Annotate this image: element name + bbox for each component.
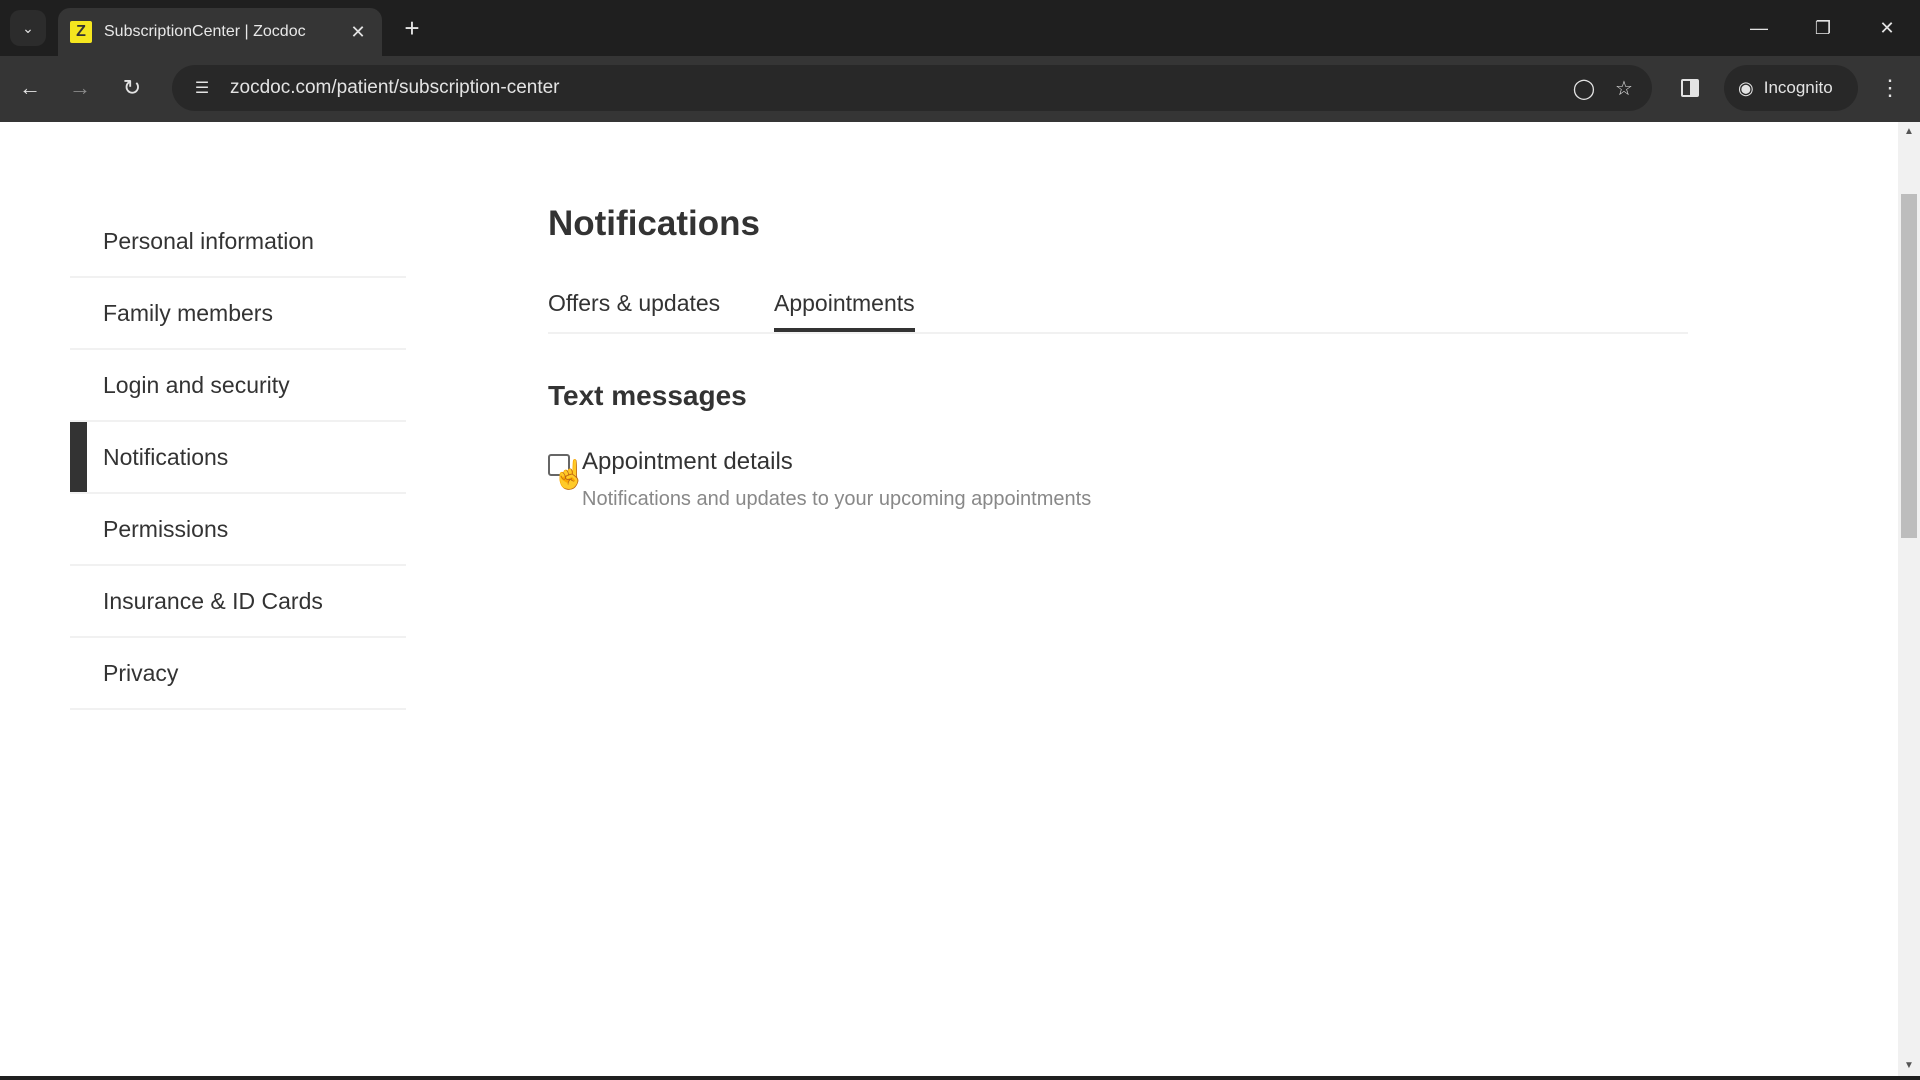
- appointment-details-checkbox[interactable]: [548, 454, 570, 476]
- scroll-up-arrow-icon[interactable]: ▲: [1898, 122, 1920, 142]
- page-scrollbar[interactable]: ▲ ▼: [1898, 122, 1920, 1076]
- notification-tabs: Offers & updates Appointments: [548, 290, 1688, 334]
- side-panel-icon: [1681, 79, 1699, 97]
- chevron-down-icon: ⌄: [22, 19, 34, 36]
- minimize-button[interactable]: —: [1736, 8, 1782, 48]
- sidebar-item-label: Personal information: [103, 227, 314, 254]
- bottom-edge: [0, 1076, 1920, 1080]
- incognito-icon: ◉: [1738, 77, 1754, 98]
- option-label[interactable]: Appointment details: [582, 448, 793, 476]
- more-vert-icon: ⋮: [1879, 75, 1901, 100]
- bookmark-button[interactable]: ☆: [1604, 76, 1644, 101]
- tab-search-button[interactable]: ⌄: [10, 10, 46, 46]
- arrow-right-icon: →: [69, 75, 91, 100]
- side-panel-button[interactable]: [1672, 70, 1708, 106]
- close-tab-button[interactable]: ✕: [346, 22, 370, 43]
- scrollbar-thumb[interactable]: [1901, 194, 1917, 538]
- browser-titlebar: ⌄ Z SubscriptionCenter | Zocdoc ✕ + — ❐ …: [0, 0, 1920, 56]
- arrow-left-icon: ←: [19, 75, 41, 100]
- incognito-indicator[interactable]: ◉ Incognito: [1724, 65, 1858, 111]
- tab-offers-updates[interactable]: Offers & updates: [548, 290, 720, 332]
- sidebar-item-label: Permissions: [103, 515, 229, 542]
- sidebar-item-label: Family members: [103, 299, 273, 326]
- close-icon: ✕: [350, 21, 366, 42]
- close-icon: ✕: [1879, 17, 1895, 38]
- close-window-button[interactable]: ✕: [1864, 8, 1910, 48]
- new-tab-button[interactable]: +: [396, 12, 428, 44]
- page-content: Personal information Family members Logi…: [0, 122, 1898, 1076]
- sidebar-item-label: Notifications: [103, 443, 229, 470]
- sidebar-item-privacy[interactable]: Privacy: [70, 638, 406, 710]
- sidebar-item-label: Insurance & ID Cards: [103, 587, 323, 614]
- plus-icon: +: [404, 12, 420, 43]
- tab-appointments[interactable]: Appointments: [774, 290, 915, 332]
- browser-tab-active[interactable]: Z SubscriptionCenter | Zocdoc ✕: [58, 8, 382, 56]
- browser-menu-button[interactable]: ⋮: [1872, 70, 1908, 106]
- sidebar-item-login-and-security[interactable]: Login and security: [70, 350, 406, 422]
- incognito-label: Incognito: [1763, 78, 1833, 97]
- scroll-down-arrow-icon[interactable]: ▼: [1898, 1056, 1920, 1076]
- tracking-protection-button[interactable]: ◯: [1564, 76, 1604, 101]
- section-title: Text messages: [548, 380, 747, 411]
- sidebar-item-family-members[interactable]: Family members: [70, 278, 406, 350]
- page-title: Notifications: [548, 204, 760, 243]
- sidebar-item-notifications[interactable]: Notifications: [70, 422, 406, 494]
- account-sidebar: Personal information Family members Logi…: [70, 206, 406, 710]
- url-text[interactable]: zocdoc.com/patient/subscription-center: [230, 77, 1564, 99]
- zocdoc-favicon-icon: Z: [70, 21, 92, 43]
- back-button[interactable]: ←: [12, 70, 48, 106]
- reload-button[interactable]: ↻: [114, 70, 150, 106]
- tune-icon: ☰: [194, 80, 210, 97]
- sidebar-item-label: Privacy: [103, 659, 179, 686]
- browser-toolbar: ← → ↻ ☰ zocdoc.com/patient/subscription-…: [0, 56, 1920, 122]
- sidebar-item-insurance-id-cards[interactable]: Insurance & ID Cards: [70, 566, 406, 638]
- star-icon: ☆: [1615, 77, 1633, 100]
- eye-off-icon: ◯: [1572, 77, 1596, 100]
- site-info-button[interactable]: ☰: [182, 78, 222, 98]
- address-bar[interactable]: ☰ zocdoc.com/patient/subscription-center…: [172, 65, 1652, 111]
- sidebar-item-personal-information[interactable]: Personal information: [70, 206, 406, 278]
- reload-icon: ↻: [122, 75, 142, 100]
- tab-title: SubscriptionCenter | Zocdoc: [104, 23, 306, 40]
- forward-button[interactable]: →: [62, 70, 98, 106]
- sidebar-item-label: Login and security: [103, 371, 290, 398]
- minimize-icon: —: [1750, 17, 1768, 38]
- restore-icon: ❐: [1814, 17, 1832, 38]
- option-description: Notifications and updates to your upcomi…: [582, 488, 1092, 510]
- sidebar-item-permissions[interactable]: Permissions: [70, 494, 406, 566]
- restore-button[interactable]: ❐: [1800, 8, 1846, 48]
